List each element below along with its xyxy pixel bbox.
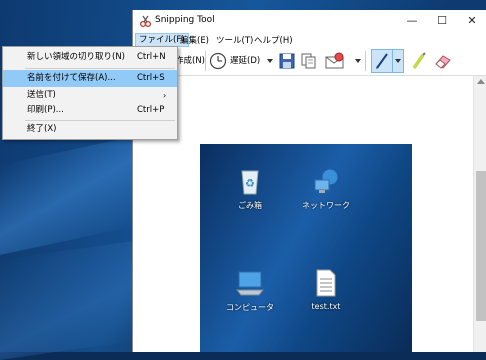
file-menu-dropdown: 新しい領域の切り取り(N) Ctrl+N 名前を付けて保存(A)... Ctrl… xyxy=(2,46,178,140)
menu-edit[interactable]: 編集(E) xyxy=(177,34,212,46)
scroll-up-arrow[interactable] xyxy=(477,79,485,84)
delay-dropdown-arrow[interactable] xyxy=(267,59,273,63)
title-bar[interactable]: Snipping Tool — ☐ ✕ xyxy=(133,10,486,32)
menu-item-label: 新しい領域の切り取り(N) xyxy=(27,52,125,62)
text-file-icon xyxy=(316,269,336,297)
recycle-bin-label: ごみ箱 xyxy=(238,201,262,210)
vertical-scrollbar[interactable] xyxy=(473,76,486,352)
menu-bar: ファイル(F) 編集(E) ツール(T) ヘルプ(H) xyxy=(133,32,486,47)
pen-tool-button[interactable] xyxy=(371,49,393,73)
menu-tools[interactable]: ツール(T) xyxy=(213,34,256,46)
computer-icon xyxy=(235,271,265,296)
menu-item-shortcut: Ctrl+P xyxy=(137,105,165,115)
eraser-icon[interactable] xyxy=(433,51,453,71)
menu-item-label: 名前を付けて保存(A)... xyxy=(27,73,116,83)
toolbar-separator xyxy=(365,51,366,71)
minimize-button[interactable]: — xyxy=(397,10,427,32)
send-dropdown-arrow[interactable] xyxy=(355,59,361,63)
desktop-icon-network: ネットワーク xyxy=(296,166,356,211)
captured-snip-image: ♻ ごみ箱 ネットワーク コンピュータ test.txt xyxy=(200,144,412,352)
menu-item-shortcut: Ctrl+N xyxy=(137,52,166,62)
menu-item-shortcut: Ctrl+S xyxy=(137,73,165,83)
toolbar: 作成(N) 遅延(D) xyxy=(133,47,486,76)
menu-help[interactable]: ヘルプ(H) xyxy=(251,34,296,46)
scissors-app-icon xyxy=(139,15,152,28)
menu-item-exit[interactable]: 終了(X) xyxy=(3,121,177,138)
delay-button[interactable]: 遅延(D) xyxy=(230,51,260,71)
maximize-button[interactable]: ☐ xyxy=(427,10,457,32)
send-snip-icon[interactable] xyxy=(324,51,346,71)
menu-item-label: 印刷(P)... xyxy=(27,105,64,115)
save-icon[interactable] xyxy=(279,51,295,71)
window-title: Snipping Tool xyxy=(155,15,215,25)
desktop-icon-computer: コンピュータ xyxy=(220,268,280,313)
new-snip-button[interactable]: 作成(N) xyxy=(175,51,205,71)
menu-separator xyxy=(25,68,175,69)
snipping-tool-window: Snipping Tool — ☐ ✕ ファイル(F) 編集(E) ツール(T)… xyxy=(132,10,486,352)
recycle-bin-icon: ♻ xyxy=(241,170,259,195)
test-file-label: test.txt xyxy=(311,302,341,311)
network-label: ネットワーク xyxy=(302,201,350,210)
pen-icon xyxy=(376,53,388,69)
desktop-icon-recycle-bin: ♻ ごみ箱 xyxy=(220,166,280,211)
highlighter-icon[interactable] xyxy=(411,51,427,71)
close-button[interactable]: ✕ xyxy=(457,10,486,32)
menu-item-new-snip[interactable]: 新しい領域の切り取り(N) Ctrl+N xyxy=(3,49,177,66)
menu-item-save-as[interactable]: 名前を付けて保存(A)... Ctrl+S xyxy=(3,70,177,87)
desktop-icon-test-file: test.txt xyxy=(296,268,356,311)
pen-dropdown-arrow xyxy=(395,59,401,63)
toolbar-separator xyxy=(205,51,206,71)
clock-icon xyxy=(209,52,227,70)
pen-dropdown[interactable] xyxy=(392,49,404,73)
menu-item-print[interactable]: 印刷(P)... Ctrl+P xyxy=(3,102,177,119)
network-icon xyxy=(314,168,339,193)
computer-label: コンピュータ xyxy=(226,303,274,312)
menu-item-label: 終了(X) xyxy=(27,124,57,134)
copy-icon[interactable] xyxy=(301,51,317,71)
desktop-light-beam xyxy=(0,240,140,360)
scroll-thumb[interactable] xyxy=(476,171,486,321)
svg-text:♻: ♻ xyxy=(245,177,255,190)
